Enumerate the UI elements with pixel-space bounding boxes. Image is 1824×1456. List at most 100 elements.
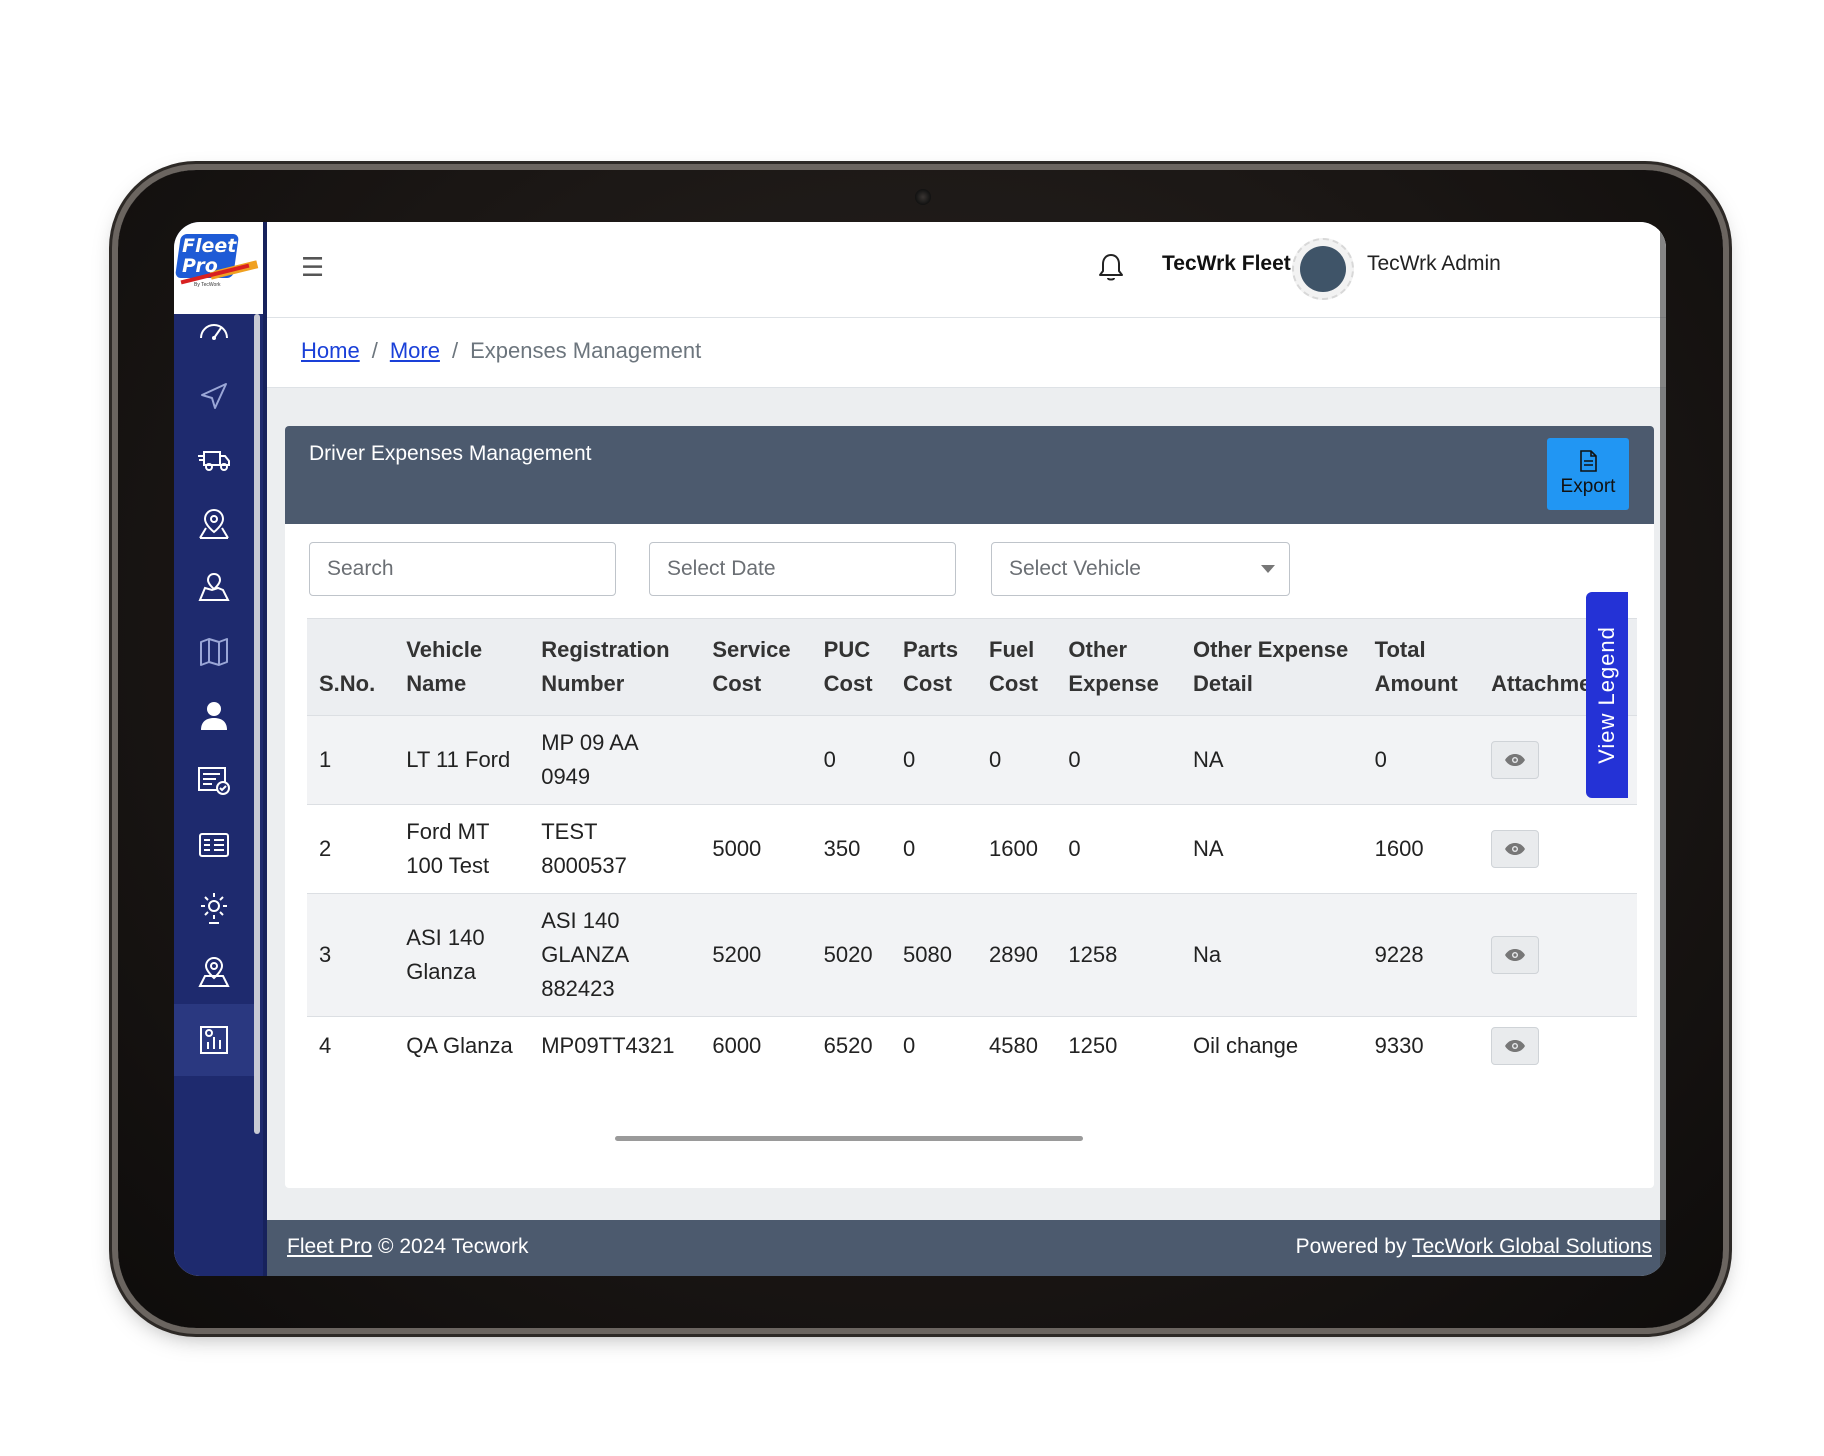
sidebar-item-vehicles[interactable] <box>174 424 254 496</box>
col-header-other-expense[interactable]: Other Expense <box>1056 618 1181 716</box>
map-location-icon <box>198 572 230 601</box>
footer-company-link[interactable]: TecWork Global Solutions <box>1412 1235 1652 1258</box>
date-picker-input[interactable]: Select Date <box>649 542 956 596</box>
map-icon <box>200 638 228 666</box>
sidebar-item-checklist[interactable] <box>174 744 254 816</box>
table-horizontal-scrollbar[interactable] <box>615 1136 1083 1141</box>
export-button[interactable]: Export <box>1547 438 1629 510</box>
cell-other-expense: 1258 <box>1056 893 1181 1017</box>
footer-app-link[interactable]: Fleet Pro <box>287 1235 372 1258</box>
footer-copyright: Fleet Pro © 2024 Tecwork <box>287 1235 529 1259</box>
col-header-sno[interactable]: S.No. <box>307 618 395 716</box>
fuel-card-icon <box>199 833 229 857</box>
avatar-image <box>1300 246 1346 292</box>
cell-sno: 1 <box>307 715 395 805</box>
breadcrumb-home[interactable]: Home <box>301 338 360 364</box>
card-title: Driver Expenses Management <box>309 442 592 465</box>
sidebar-scrollbar[interactable] <box>254 314 260 1134</box>
view-attachment-button[interactable] <box>1491 936 1540 974</box>
cell-total-amount: 0 <box>1362 715 1480 805</box>
col-header-vehicle-name[interactable]: Vehicle Name <box>394 618 530 716</box>
tablet-frame: Fleet Pro By TecWork ☰ TecWrk Fleet TecW… <box>118 170 1723 1328</box>
footer-powered-prefix: Powered by <box>1295 1235 1407 1258</box>
cell-other-expense: 0 <box>1056 804 1181 894</box>
cell-sno: 3 <box>307 893 395 1017</box>
sidebar-item-users[interactable] <box>174 680 254 752</box>
table-row[interactable]: 4 QA Glanza MP09TT4321 6000 6520 0 4580 … <box>307 1016 1637 1075</box>
report-chart-icon <box>200 1026 228 1054</box>
breadcrumb-separator: / <box>371 338 378 363</box>
cell-fuel-cost: 2890 <box>977 893 1057 1017</box>
table-row[interactable]: 2 Ford MT 100 Test TEST 8000537 5000 350… <box>307 804 1637 894</box>
cell-other-expense-detail: Oil change <box>1180 1016 1363 1075</box>
sidebar-item-maintenance[interactable] <box>174 872 254 944</box>
hamburger-icon[interactable]: ☰ <box>301 252 324 283</box>
sidebar: Fleet Pro By TecWork <box>174 222 263 1276</box>
col-header-service-cost[interactable]: Service Cost <box>700 618 812 716</box>
col-header-registration[interactable]: Registration Number <box>529 618 701 716</box>
cell-vehicle-name: ASI 140 Glanza <box>394 893 530 1017</box>
card-header: Driver Expenses Management Export <box>285 426 1654 524</box>
settings-gear-icon <box>201 893 227 924</box>
expenses-table: S.No. Vehicle Name Registration Number S… <box>307 618 1637 1075</box>
col-header-parts-cost[interactable]: Parts Cost <box>891 618 978 716</box>
sidebar-item-tracking[interactable] <box>174 488 254 560</box>
cell-fuel-cost: 0 <box>977 715 1057 805</box>
view-attachment-button[interactable] <box>1491 830 1540 868</box>
vehicle-select[interactable]: Select Vehicle <box>991 542 1290 596</box>
user-icon <box>201 702 227 730</box>
user-name[interactable]: TecWrk Admin <box>1367 252 1501 276</box>
breadcrumb-bar: Home / More / Expenses Management <box>267 318 1666 388</box>
cell-service-cost: 6000 <box>700 1016 812 1075</box>
search-input[interactable]: Search <box>309 542 616 596</box>
cell-puc-cost: 350 <box>811 804 892 894</box>
logo-text: Fleet Pro <box>182 235 237 277</box>
cell-total-amount: 9330 <box>1362 1016 1480 1075</box>
table-header-row: S.No. Vehicle Name Registration Number S… <box>307 618 1637 716</box>
cell-total-amount: 9228 <box>1362 893 1480 1017</box>
sidebar-item-map[interactable] <box>174 616 254 688</box>
map-pin-icon <box>199 508 229 539</box>
checklist-icon <box>198 767 230 795</box>
avatar[interactable] <box>1292 238 1354 300</box>
document-icon <box>1580 450 1597 472</box>
cell-parts-cost: 5080 <box>891 893 978 1017</box>
sidebar-item-locations[interactable] <box>174 552 254 624</box>
col-header-fuel-cost[interactable]: Fuel Cost <box>977 618 1057 716</box>
cell-puc-cost: 0 <box>811 715 892 805</box>
cell-registration: TEST 8000537 <box>529 804 701 894</box>
cell-other-expense: 1250 <box>1056 1016 1181 1075</box>
table-row[interactable]: 1 LT 11 Ford MP 09 AA 0949 0 0 0 0 NA 0 <box>307 715 1637 805</box>
breadcrumb-more[interactable]: More <box>390 338 440 364</box>
cell-vehicle-name: Ford MT 100 Test <box>394 804 530 894</box>
route-pin-icon <box>198 956 230 987</box>
col-header-puc-cost[interactable]: PUC Cost <box>811 618 892 716</box>
bell-icon[interactable] <box>1097 252 1125 282</box>
cell-puc-cost: 6520 <box>811 1016 892 1075</box>
view-attachment-button[interactable] <box>1491 741 1540 779</box>
cell-service-cost <box>700 715 812 805</box>
sidebar-item-reports[interactable] <box>174 1004 254 1076</box>
chevron-down-icon <box>1261 565 1275 573</box>
eye-icon <box>1505 949 1526 961</box>
expenses-card: Driver Expenses Management Export Search… <box>285 426 1654 1188</box>
vehicle-select-placeholder: Select Vehicle <box>1009 557 1141 580</box>
cell-parts-cost: 0 <box>891 1016 978 1075</box>
cell-attachment <box>1479 1016 1637 1075</box>
expenses-table-container[interactable]: S.No. Vehicle Name Registration Number S… <box>307 618 1637 1108</box>
col-header-other-expense-detail[interactable]: Other Expense Detail <box>1180 618 1363 716</box>
sidebar-item-dispatch[interactable] <box>174 360 254 432</box>
table-row[interactable]: 3 ASI 140 Glanza ASI 140 GLANZA 882423 5… <box>307 893 1637 1017</box>
cell-other-expense-detail: NA <box>1180 715 1363 805</box>
view-attachment-button[interactable] <box>1491 1027 1540 1065</box>
view-legend-label: View Legend <box>1594 626 1619 764</box>
view-legend-button[interactable]: View Legend <box>1586 592 1628 798</box>
screen-edge <box>1660 222 1666 1276</box>
sidebar-item-fuel[interactable] <box>174 808 254 880</box>
col-header-total-amount[interactable]: Total Amount <box>1362 618 1480 716</box>
cell-other-expense: 0 <box>1056 715 1181 805</box>
cell-registration: MP09TT4321 <box>529 1016 701 1075</box>
sidebar-item-dashboard[interactable] <box>174 296 254 368</box>
sidebar-item-routes[interactable] <box>174 936 254 1008</box>
send-icon <box>201 383 227 409</box>
